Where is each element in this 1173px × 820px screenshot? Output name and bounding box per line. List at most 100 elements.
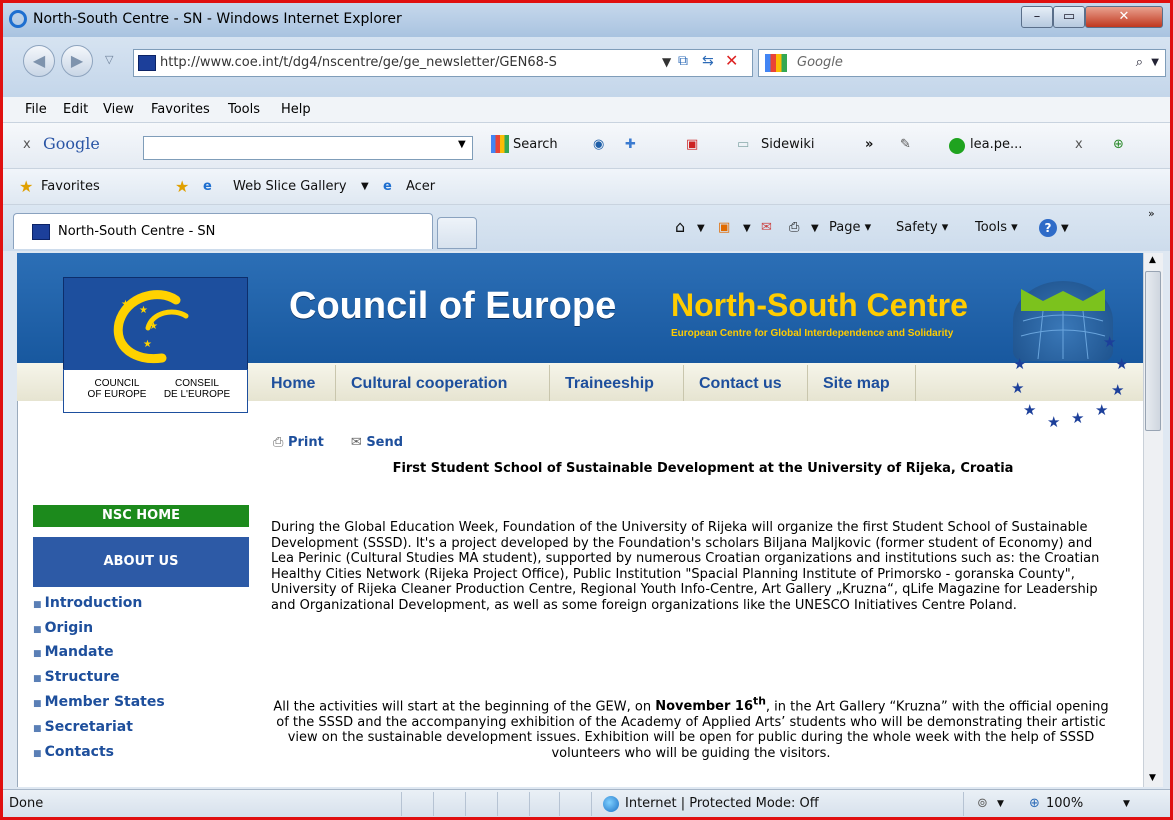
print-dropdown-icon[interactable]: ▼ bbox=[811, 223, 819, 234]
globe-icon[interactable]: ◉ bbox=[593, 137, 604, 152]
history-dropdown-icon[interactable]: ▽ bbox=[105, 53, 113, 66]
council-of-europe-heading: Council of Europe bbox=[289, 285, 617, 327]
north-south-centre-heading: North-South Centre bbox=[671, 287, 968, 323]
menu-favorites[interactable]: Favorites bbox=[151, 102, 210, 117]
google-icon bbox=[491, 135, 509, 153]
scroll-up-icon[interactable]: ▲ bbox=[1149, 255, 1156, 265]
sidebar-item-secretariat[interactable]: Secretariat bbox=[33, 719, 133, 735]
menu-tools[interactable]: Tools bbox=[228, 102, 260, 117]
print-icon[interactable]: ⎙ bbox=[789, 220, 799, 235]
favorites-star-icon: ★ bbox=[19, 177, 34, 196]
google-toolbar: x Google ▼ Search ◉ ✚ ▣ ▭ Sidewiki » ✎ l… bbox=[3, 123, 1170, 169]
article-paragraph-1: During the Global Education Week, Founda… bbox=[271, 520, 1100, 613]
ie-page-icon: e bbox=[203, 179, 212, 194]
more-button[interactable]: » bbox=[865, 137, 873, 152]
google-brand: Google bbox=[43, 134, 100, 153]
wrench-icon[interactable]: ✎ bbox=[900, 137, 911, 152]
menu-edit[interactable]: Edit bbox=[63, 102, 88, 117]
search-box[interactable]: Google ⌕ ▼ bbox=[758, 49, 1166, 77]
print-link[interactable]: Print bbox=[288, 435, 324, 450]
home-icon[interactable]: ⌂ bbox=[675, 217, 685, 236]
tools-menu[interactable]: Tools ▾ bbox=[975, 220, 1018, 235]
security-zone-text[interactable]: Internet | Protected Mode: Off bbox=[625, 796, 819, 811]
google-search-button[interactable]: Search bbox=[513, 137, 558, 152]
protected-mode-icon[interactable]: ⊚ bbox=[977, 796, 988, 811]
status-separator bbox=[591, 792, 592, 816]
google-toolbar-input[interactable] bbox=[143, 136, 473, 160]
tab-active-label: North-South Centre - SN bbox=[58, 224, 216, 239]
nav-contact-us[interactable]: Contact us bbox=[699, 375, 782, 393]
send-mail-icon[interactable]: ✉ bbox=[351, 435, 362, 450]
help-icon[interactable]: ? bbox=[1039, 219, 1057, 237]
acer-link[interactable]: Acer bbox=[406, 179, 435, 194]
feeds-icon[interactable]: ▣ bbox=[718, 220, 730, 235]
nsc-globe-logo bbox=[1013, 281, 1113, 361]
nav-separator bbox=[549, 365, 550, 401]
google-search-icon bbox=[765, 54, 787, 72]
print-icon[interactable]: ⎙ bbox=[273, 435, 283, 450]
feeds-dropdown-icon[interactable]: ▼ bbox=[743, 223, 751, 234]
mail-icon[interactable]: ✉ bbox=[761, 220, 772, 235]
send-link[interactable]: Send bbox=[366, 435, 403, 450]
about-us-button[interactable]: ABOUT US bbox=[33, 537, 249, 587]
nav-site-map[interactable]: Site map bbox=[823, 375, 890, 393]
add-favorite-icon[interactable]: ★ bbox=[175, 177, 189, 196]
coe-logo-caption: COUNCIL OF EUROPE CONSEIL DE L'EUROPE bbox=[63, 369, 248, 413]
safety-menu[interactable]: Safety ▾ bbox=[896, 220, 948, 235]
status-separator bbox=[963, 792, 964, 816]
page-menu[interactable]: Page ▾ bbox=[829, 220, 871, 235]
refresh-icon[interactable]: ⇆ bbox=[702, 53, 714, 69]
compatibility-icon[interactable]: ⧉ bbox=[678, 53, 688, 69]
nsc-home-button[interactable]: NSC HOME bbox=[33, 505, 249, 527]
nav-separator bbox=[807, 365, 808, 401]
account-button[interactable]: lea.pe... bbox=[970, 137, 1022, 152]
help-dropdown-icon[interactable]: ▼ bbox=[1061, 223, 1069, 234]
forward-icon[interactable]: ▶ bbox=[61, 45, 93, 77]
minimize-button[interactable]: – bbox=[1021, 6, 1053, 28]
magnifier-icon[interactable]: ⌕ bbox=[1136, 50, 1143, 76]
close-button[interactable]: ✕ bbox=[1085, 6, 1163, 28]
url-dropdown-icon[interactable]: ▼ bbox=[658, 55, 676, 69]
zoom-dropdown-icon[interactable]: ▼ bbox=[1123, 799, 1130, 809]
sidewiki-button[interactable]: Sidewiki bbox=[761, 137, 815, 152]
web-slice-gallery[interactable]: Web Slice Gallery bbox=[233, 179, 347, 194]
back-icon[interactable]: ◀ bbox=[23, 45, 55, 77]
status-separator bbox=[465, 792, 466, 816]
popup-blocker-icon[interactable]: ▣ bbox=[686, 137, 698, 152]
sidebar-item-origin[interactable]: Origin bbox=[33, 620, 93, 636]
google-input-dropdown-icon[interactable]: ▼ bbox=[458, 139, 466, 150]
sidebar-item-introduction[interactable]: Introduction bbox=[33, 595, 143, 611]
menu-view[interactable]: View bbox=[103, 102, 134, 117]
new-tab-button[interactable] bbox=[437, 217, 477, 249]
plus-icon[interactable]: ✚ bbox=[625, 137, 636, 152]
url-text: http://www.coe.int/t/dg4/nscentre/ge/ge_… bbox=[160, 55, 557, 70]
nav-traineeship[interactable]: Traineeship bbox=[565, 375, 654, 393]
scrollbar-thumb[interactable] bbox=[1145, 271, 1161, 431]
sidewiki-icon: ▭ bbox=[737, 137, 750, 152]
search-placeholder: Google bbox=[797, 55, 843, 70]
sidebar-item-member-states[interactable]: Member States bbox=[33, 694, 165, 710]
sidebar-item-mandate[interactable]: Mandate bbox=[33, 644, 114, 660]
stop-icon[interactable]: ✕ bbox=[725, 51, 738, 70]
status-separator bbox=[433, 792, 434, 816]
zoom-level[interactable]: 100% bbox=[1046, 796, 1083, 811]
nav-cultural-cooperation[interactable]: Cultural cooperation bbox=[351, 375, 507, 393]
chevron-more-icon[interactable]: » bbox=[1148, 207, 1155, 220]
search-dropdown-icon[interactable]: ▼ bbox=[1151, 50, 1159, 76]
maximize-button[interactable]: ▭ bbox=[1053, 6, 1085, 28]
sidebar-item-contacts[interactable]: Contacts bbox=[33, 744, 114, 760]
nav-home[interactable]: Home bbox=[271, 375, 315, 393]
translate-icon[interactable]: ⊕ bbox=[1113, 137, 1124, 152]
protected-dropdown-icon[interactable]: ▼ bbox=[997, 799, 1004, 809]
home-dropdown-icon[interactable]: ▼ bbox=[697, 223, 705, 234]
logo-text-en: COUNCIL OF EUROPE bbox=[87, 378, 147, 400]
menu-help[interactable]: Help bbox=[281, 102, 311, 117]
toolbar-close-button-2[interactable]: x bbox=[1075, 137, 1083, 152]
scroll-down-icon[interactable]: ▼ bbox=[1149, 773, 1156, 783]
tab-active[interactable]: North-South Centre - SN bbox=[13, 213, 433, 249]
favorites-button[interactable]: Favorites bbox=[41, 179, 100, 194]
toolbar-close-button[interactable]: x bbox=[23, 137, 31, 152]
sidebar-item-structure[interactable]: Structure bbox=[33, 669, 120, 685]
menu-file[interactable]: File bbox=[25, 102, 47, 117]
web-slice-dropdown-icon[interactable]: ▼ bbox=[361, 181, 369, 192]
